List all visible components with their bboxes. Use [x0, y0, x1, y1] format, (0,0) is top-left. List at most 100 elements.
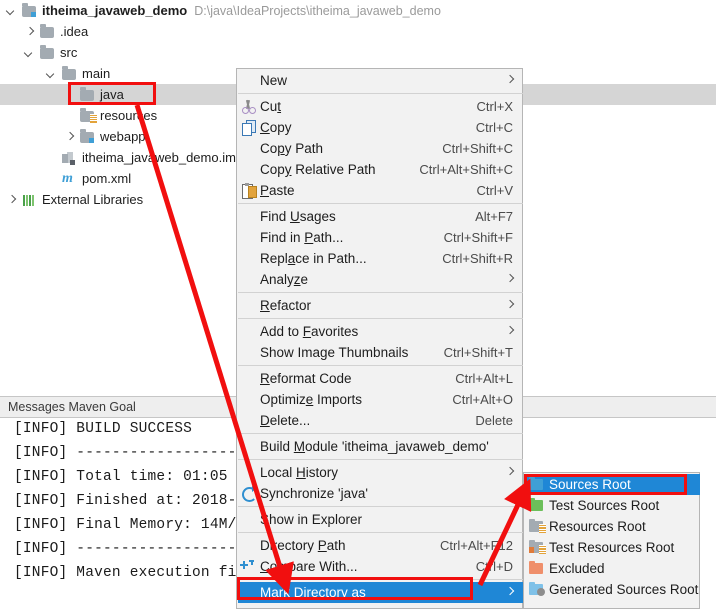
menu-item-label: Add to Favorites [260, 324, 359, 339]
menu-item-label: Copy Relative Path [260, 162, 376, 177]
menu-item-shortcut: Delete [475, 413, 513, 428]
tree-node-label: main [82, 65, 111, 81]
menu-item-icon-spacer [238, 342, 260, 363]
menu-item-label: Reformat Code [260, 371, 352, 386]
menu-item-directory-path[interactable]: Directory Path Ctrl+Alt+F12 [238, 535, 523, 556]
menu-item-icon-spacer [238, 227, 260, 248]
sync-icon [238, 483, 260, 504]
menu-item-find-usages[interactable]: Find Usages Alt+F7 [238, 206, 523, 227]
menu-item-shortcut: Ctrl+Shift+F [443, 230, 513, 245]
menu-separator [238, 93, 523, 94]
menu-item-paste[interactable]: Paste Ctrl+V [238, 180, 523, 201]
menu-item-copy-path[interactable]: Copy Path Ctrl+Shift+C [238, 138, 523, 159]
menu-separator [238, 579, 523, 580]
console-line: [INFO] Total time: 01:05 min [14, 469, 264, 485]
menu-item-copy[interactable]: Copy Ctrl+C [238, 117, 523, 138]
submenu-item-test-resources-root[interactable]: Test Resources Root [525, 537, 700, 558]
menu-item-replace-in-path[interactable]: Replace in Path... Ctrl+Shift+R [238, 248, 523, 269]
menu-item-icon-spacer [238, 436, 260, 457]
menu-item-label: Refactor [260, 298, 312, 313]
sources-root-folder-icon [525, 474, 549, 495]
tree-node-itheima-javaweb-demo[interactable]: itheima_javaweb_demo D:\java\IdeaProjects… [0, 0, 441, 21]
menu-separator [238, 433, 523, 434]
menu-item-local-history[interactable]: Local History [238, 462, 523, 483]
menu-item-show-image-thumbnails[interactable]: Show Image Thumbnails Ctrl+Shift+T [238, 342, 523, 363]
submenu-item-test-sources-root[interactable]: Test Sources Root [525, 495, 700, 516]
paste-icon [238, 180, 260, 201]
menu-item-new[interactable]: New [238, 70, 523, 91]
menu-item-label: Compare With... [260, 559, 358, 574]
tree-node-label: java [100, 86, 124, 102]
menu-item-shortcut: Alt+F7 [475, 209, 513, 224]
chevron-down-icon[interactable] [6, 5, 18, 17]
submenu-item-generated-sources-root[interactable]: Generated Sources Root [525, 579, 700, 600]
tree-node-external-libraries[interactable]: External Libraries [0, 189, 143, 210]
tree-node-label: .idea [60, 23, 89, 39]
menu-item-build-module-itheima-javaweb-demo[interactable]: Build Module 'itheima_javaweb_demo' [238, 436, 523, 457]
generated-sources-root-folder-icon [525, 579, 549, 600]
chevron-down-icon[interactable] [46, 68, 58, 80]
menu-item-shortcut: Ctrl+Alt+O [452, 392, 513, 407]
submenu-item-label: Test Sources Root [549, 498, 660, 513]
menu-item-cut[interactable]: Cut Ctrl+X [238, 96, 523, 117]
menu-item-label: Optimize Imports [260, 392, 363, 407]
menu-item-label: Replace in Path... [260, 251, 367, 266]
menu-item-delete[interactable]: Delete... Delete [238, 410, 523, 431]
module-folder-icon [21, 3, 37, 19]
maven-file-icon: m [62, 170, 73, 186]
menu-item-shortcut: Ctrl+Shift+R [442, 251, 513, 266]
menu-item-mark-directory-as[interactable]: Mark Directory as [238, 582, 523, 603]
context-menu[interactable]: New Cut Ctrl+X Copy Ctrl+C Copy Path Ctrl+Shif… [236, 68, 523, 609]
chevron-right-icon[interactable] [24, 26, 36, 38]
menu-item-add-to-favorites[interactable]: Add to Favorites [238, 321, 523, 342]
menu-item-icon-spacer [238, 321, 260, 342]
menu-item-analyze[interactable]: Analyze [238, 269, 523, 290]
submenu-item-label: Generated Sources Root [549, 582, 699, 597]
menu-item-compare-with[interactable]: Compare With... Ctrl+D [238, 556, 523, 577]
menu-item-synchronize-java[interactable]: Synchronize 'java' [238, 483, 523, 504]
menu-separator [238, 292, 523, 293]
menu-item-reformat-code[interactable]: Reformat Code Ctrl+Alt+L [238, 368, 523, 389]
tree-node-webapp[interactable]: webapp [0, 126, 146, 147]
tree-node-resources[interactable]: resources [0, 105, 157, 126]
idea-window: itheima_javaweb_demo D:\java\IdeaProjects… [0, 0, 716, 609]
menu-item-refactor[interactable]: Refactor [238, 295, 523, 316]
folder-icon [61, 66, 77, 82]
copy-icon [238, 117, 260, 138]
console-line: [INFO] Maven execution finis [14, 565, 264, 581]
mark-directory-as-submenu[interactable]: Sources Root Test Sources Root Resources R… [523, 472, 700, 609]
chevron-right-icon [505, 273, 515, 283]
tree-node-java[interactable]: java [0, 84, 124, 105]
menu-item-find-in-path[interactable]: Find in Path... Ctrl+Shift+F [238, 227, 523, 248]
chevron-right-icon [505, 299, 515, 309]
menu-item-icon-spacer [238, 269, 260, 290]
menu-item-copy-relative-path[interactable]: Copy Relative Path Ctrl+Alt+Shift+C [238, 159, 523, 180]
menu-item-icon-spacer [238, 462, 260, 483]
compare-icon [238, 556, 260, 577]
menu-item-label: New [260, 73, 288, 88]
menu-item-show-in-explorer[interactable]: Show in Explorer [238, 509, 523, 530]
folder-icon [39, 45, 55, 61]
tree-node-itheima-javaweb-demo-iml[interactable]: itheima_javaweb_demo.iml [0, 147, 239, 168]
menu-item-icon-spacer [238, 70, 260, 91]
webapp-folder-icon [79, 129, 95, 145]
tree-node-pom-xml[interactable]: m pom.xml [0, 168, 131, 189]
tree-node--idea[interactable]: .idea [0, 21, 88, 42]
messages-title: Messages Maven Goal [8, 400, 136, 414]
tree-node-main[interactable]: main [0, 63, 110, 84]
menu-item-icon-spacer [238, 159, 260, 180]
submenu-item-label: Sources Root [549, 477, 631, 492]
submenu-item-excluded[interactable]: Excluded [525, 558, 700, 579]
submenu-item-sources-root[interactable]: Sources Root [525, 474, 700, 495]
submenu-item-label: Resources Root [549, 519, 646, 534]
tree-node-src[interactable]: src [0, 42, 77, 63]
chevron-right-icon [505, 74, 515, 84]
chevron-right-icon[interactable] [6, 194, 18, 206]
folder-icon [79, 87, 95, 103]
chevron-down-icon[interactable] [24, 47, 36, 59]
chevron-right-icon[interactable] [64, 131, 76, 143]
menu-item-optimize-imports[interactable]: Optimize Imports Ctrl+Alt+O [238, 389, 523, 410]
submenu-item-resources-root[interactable]: Resources Root [525, 516, 700, 537]
